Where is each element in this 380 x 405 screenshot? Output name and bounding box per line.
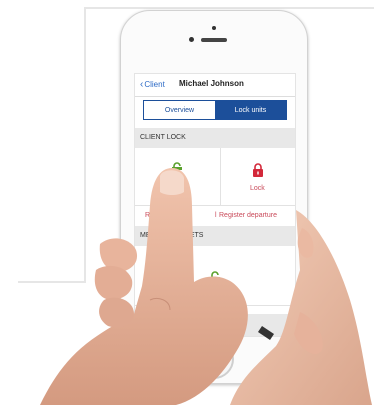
proximity-sensor <box>212 26 216 30</box>
paper-edge-bottom <box>18 281 86 283</box>
register-arrival-link[interactable]: Re <box>145 212 154 219</box>
lock-label: Lock <box>250 185 265 192</box>
tab-overview[interactable]: Overview <box>144 101 215 119</box>
register-departure-link[interactable]: Register departure <box>219 212 277 219</box>
page-title: Michael Johnson <box>179 79 244 88</box>
paper-edge-top <box>84 7 374 9</box>
navigation-bar: ‹Client Michael Johnson <box>135 74 295 97</box>
phone-device: ‹Client Michael Johnson Overview Lock un… <box>120 10 308 384</box>
segmented-control: Overview Lock units <box>143 100 287 120</box>
tab-lock-units[interactable]: Lock units <box>215 101 286 119</box>
phone-screen: ‹Client Michael Johnson Overview Lock un… <box>134 73 296 337</box>
lock-red-icon <box>253 163 263 177</box>
section-header-end: ABINETS <box>173 232 204 239</box>
lock-green-icon <box>210 271 220 285</box>
register-arrival-link-tail: l <box>215 212 217 219</box>
back-label: Client <box>144 80 165 89</box>
lock-green-partial-icon <box>172 162 182 170</box>
home-button[interactable] <box>194 339 234 379</box>
section-header-client-lock: CLIENT LOCK <box>135 128 295 148</box>
earpiece-speaker <box>201 38 227 42</box>
client-lock-left-cell[interactable] <box>135 148 221 206</box>
photo-scene: ‹Client Michael Johnson Overview Lock un… <box>0 0 380 405</box>
medicine-cabinet-unlock-button[interactable]: Unlock <box>135 246 295 306</box>
section-header-medicine-cabinets: MEDI ABINETS <box>135 226 295 246</box>
back-button[interactable]: ‹Client <box>140 79 165 90</box>
unlock-label: Unlock <box>203 291 225 298</box>
paper-edge-left <box>84 7 86 282</box>
chevron-left-icon: ‹ <box>140 79 144 90</box>
section-header-start: MEDI <box>140 232 158 239</box>
front-camera <box>189 37 194 42</box>
client-lock-button[interactable]: Lock <box>221 148 295 206</box>
section-footer-strip <box>135 314 295 336</box>
